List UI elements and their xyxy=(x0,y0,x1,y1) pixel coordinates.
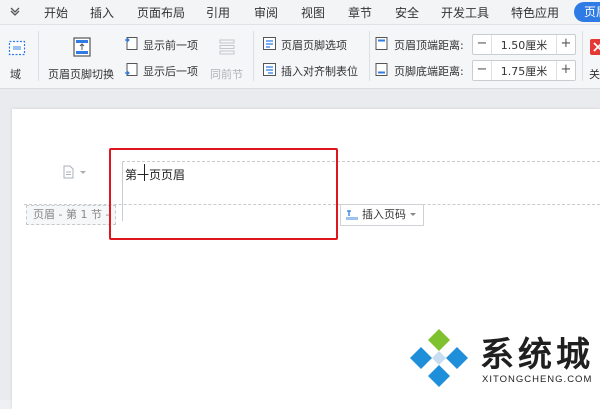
header-distance-label: 页眉顶端距离: xyxy=(394,39,464,52)
tab-review[interactable]: 审阅 xyxy=(254,4,278,21)
show-previous-icon xyxy=(125,37,138,50)
page-options-icon[interactable] xyxy=(62,165,88,179)
ribbon-divider xyxy=(38,31,39,81)
ribbon-divider xyxy=(253,31,254,81)
insert-alignment-tab-label: 插入对齐制表位 xyxy=(281,65,358,78)
field-button[interactable]: 域 xyxy=(2,29,30,85)
tab-special-apps[interactable]: 特色应用 xyxy=(511,4,559,21)
field-label: 域 xyxy=(10,68,21,81)
close-header-footer-button[interactable]: 关 xyxy=(587,29,600,85)
ribbon-divider xyxy=(369,31,370,81)
tab-references[interactable]: 引用 xyxy=(206,4,230,21)
footer-distance-value[interactable]: 1.75厘米 xyxy=(492,63,556,79)
insert-page-number-label: 插入页码 xyxy=(362,208,406,221)
dropdown-arrow-icon xyxy=(410,213,416,216)
footer-distance-icon xyxy=(375,63,388,76)
options-icon xyxy=(263,37,276,50)
show-next-label: 显示后一项 xyxy=(143,65,198,78)
footer-distance-label: 页脚底端距离: xyxy=(394,65,464,78)
field-icon xyxy=(8,40,26,56)
tab-home[interactable]: 开始 xyxy=(44,4,68,21)
header-distance-stepper[interactable]: − 1.50厘米 + xyxy=(472,34,576,55)
tab-page-layout[interactable]: 页面布局 xyxy=(137,4,185,21)
header-footer-switch-button[interactable]: 页眉页脚切换 xyxy=(46,29,120,85)
tab-insert[interactable]: 插入 xyxy=(90,4,114,21)
header-distance-icon xyxy=(375,37,388,50)
show-next-button[interactable]: 显示后一项 xyxy=(124,61,204,79)
insert-alignment-tab-button[interactable]: 插入对齐制表位 xyxy=(262,61,366,79)
tab-header-footer[interactable]: 页眉 xyxy=(574,2,600,22)
show-previous-label: 显示前一项 xyxy=(143,39,198,52)
decrease-button[interactable]: − xyxy=(473,61,492,80)
header-footer-options-button[interactable]: 页眉页脚选项 xyxy=(262,35,358,53)
chevron-down-icon[interactable] xyxy=(9,5,21,17)
show-next-icon xyxy=(125,63,138,76)
increase-button[interactable]: + xyxy=(556,61,575,80)
increase-button[interactable]: + xyxy=(556,35,575,54)
watermark-subtitle: XITONGCHENG.COM xyxy=(482,374,593,385)
watermark-title: 系统城 xyxy=(480,335,594,375)
page-number-icon xyxy=(346,210,358,220)
decrease-button[interactable]: − xyxy=(473,35,492,54)
same-as-previous-label: 同前节 xyxy=(210,68,243,81)
watermark-logo-icon xyxy=(410,329,468,387)
same-as-previous-button[interactable]: 同前节 xyxy=(206,29,246,85)
alignment-tab-icon xyxy=(263,63,276,76)
close-icon xyxy=(590,39,600,55)
header-footer-options-label: 页眉页脚选项 xyxy=(281,39,347,52)
highlight-box xyxy=(109,148,338,240)
ribbon-divider xyxy=(582,31,583,81)
menu-bar: 开始 插入 页面布局 引用 审阅 视图 章节 安全 开发工具 特色应用 页眉 xyxy=(0,0,600,25)
insert-page-number-button[interactable]: 插入页码 xyxy=(340,204,424,226)
tab-security[interactable]: 安全 xyxy=(395,4,419,21)
header-section-tag: 页眉 - 第 1 节 - xyxy=(26,205,117,225)
show-previous-button[interactable]: 显示前一项 xyxy=(124,35,204,53)
ribbon-toolbar: 域 页眉页脚切换 显示前一项 显示后一项 同前节 页眉页脚选项 插入对齐制表位 … xyxy=(0,25,600,89)
tab-chapter[interactable]: 章节 xyxy=(348,4,372,21)
link-previous-icon xyxy=(219,39,235,55)
tab-view[interactable]: 视图 xyxy=(301,4,325,21)
header-distance-value[interactable]: 1.50厘米 xyxy=(492,37,556,53)
footer-distance-stepper[interactable]: − 1.75厘米 + xyxy=(472,60,576,81)
header-footer-switch-icon xyxy=(73,37,91,57)
close-label: 关 xyxy=(589,68,600,81)
tab-developer[interactable]: 开发工具 xyxy=(441,4,489,21)
header-footer-switch-label: 页眉页脚切换 xyxy=(48,68,114,81)
